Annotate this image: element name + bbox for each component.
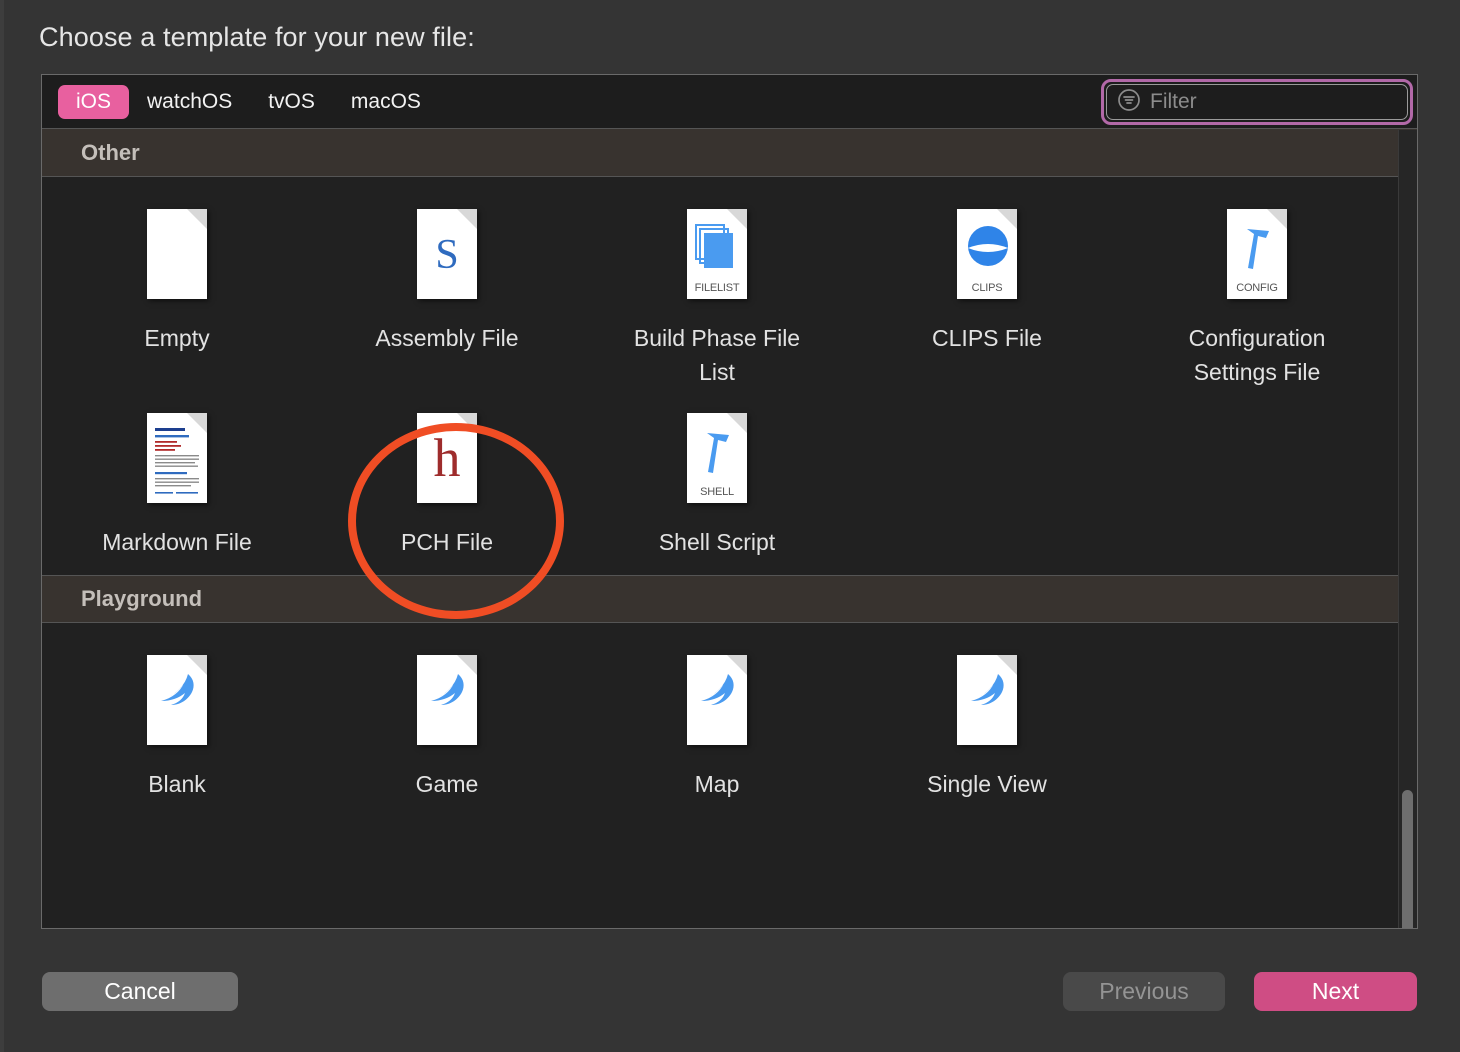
template-item-empty[interactable]: Empty [42, 191, 312, 395]
template-item-map[interactable]: Map [582, 637, 852, 807]
filter-focus-ring: Filter [1101, 79, 1413, 125]
page-title: Choose a template for your new file: [39, 22, 475, 52]
tab-ios[interactable]: iOS [58, 85, 130, 119]
template-scroll-area[interactable]: Other Empty S Assembly File FILELIST Bui… [42, 129, 1417, 928]
template-item-single-view[interactable]: Single View [852, 637, 1122, 807]
template-item-clips-file[interactable]: CLIPS CLIPS File [852, 191, 1122, 395]
template-label: Blank [148, 771, 206, 797]
template-grid-other: Empty S Assembly File FILELIST Build Pha… [42, 177, 1417, 575]
template-item-assembly-file[interactable]: S Assembly File [312, 191, 582, 395]
window-edge [0, 0, 4, 1052]
template-item-shell-script[interactable]: SHELL Shell Script [582, 395, 852, 565]
tab-tvos[interactable]: tvOS [250, 85, 333, 119]
template-label: Game [415, 771, 479, 797]
section-title: Other [81, 139, 140, 165]
build-phase-file-list-icon: FILELIST [680, 209, 754, 305]
template-item-blank[interactable]: Blank [42, 637, 312, 807]
filter-placeholder: Filter [1150, 90, 1197, 113]
section-title: Playground [81, 586, 203, 611]
configuration-settings-file-icon: CONFIG [1220, 209, 1294, 305]
assembly-file-icon: S [410, 209, 484, 305]
swift-playground-icon [140, 655, 214, 751]
section-header-playground: Playground [42, 575, 1417, 623]
section-header-other: Other [42, 129, 1417, 177]
template-panel: iOS watchOS tvOS macOS Filter Other Empt… [41, 74, 1418, 929]
template-label: Configuration Settings File [1188, 325, 1326, 385]
cancel-button[interactable]: Cancel [42, 972, 238, 1011]
template-label: Markdown File [102, 529, 252, 555]
template-item-game[interactable]: Game [312, 637, 582, 807]
swift-playground-icon [950, 655, 1024, 751]
clips-file-icon: CLIPS [950, 209, 1024, 305]
template-item-configuration-settings-file[interactable]: CONFIG Configuration Settings File [1122, 191, 1392, 395]
vertical-scrollbar[interactable] [1398, 130, 1417, 928]
template-grid-playground: Blank Game Map Single View [42, 623, 1417, 817]
template-label: Empty [144, 325, 210, 351]
template-label: PCH File [400, 529, 493, 555]
template-item-pch-file[interactable]: h PCH File [312, 395, 582, 565]
template-label: Build Phase File List [633, 325, 801, 385]
template-chooser-dialog: Choose a template for your new file: iOS… [0, 0, 1460, 1052]
pch-file-icon: h [410, 413, 484, 509]
swift-playground-icon [410, 655, 484, 751]
next-button[interactable]: Next [1254, 972, 1417, 1011]
template-item-build-phase-file-list[interactable]: FILELIST Build Phase File List [582, 191, 852, 395]
filter-input[interactable]: Filter [1106, 84, 1408, 120]
template-label: Single View [927, 771, 1047, 797]
tab-watchos[interactable]: watchOS [129, 85, 250, 119]
shell-script-icon: SHELL [680, 413, 754, 509]
previous-button[interactable]: Previous [1063, 972, 1225, 1011]
template-item-markdown-file[interactable]: Markdown File [42, 395, 312, 565]
filter-icon [1117, 88, 1141, 117]
empty-document-icon [140, 209, 214, 305]
template-label: Shell Script [658, 529, 776, 555]
template-label: CLIPS File [932, 325, 1042, 351]
markdown-file-icon [140, 413, 214, 509]
platform-tab-list: iOS watchOS tvOS macOS [58, 75, 439, 129]
scrollbar-thumb[interactable] [1402, 790, 1413, 928]
tab-macos[interactable]: macOS [333, 85, 439, 119]
template-label: Assembly File [375, 325, 519, 351]
swift-playground-icon [680, 655, 754, 751]
platform-toolbar: iOS watchOS tvOS macOS Filter [42, 75, 1417, 129]
template-label: Map [694, 771, 740, 797]
